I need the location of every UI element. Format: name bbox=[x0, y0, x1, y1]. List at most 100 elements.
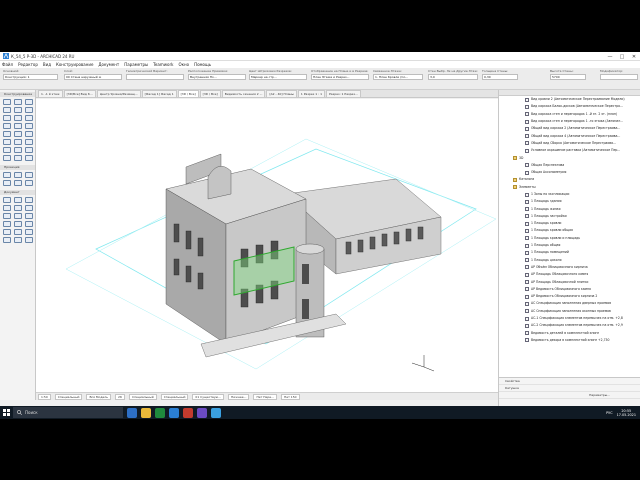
reel-row[interactable]: Катушка bbox=[499, 385, 640, 392]
change-tool-icon[interactable] bbox=[25, 180, 33, 186]
close-button[interactable]: ✕ bbox=[628, 52, 640, 61]
tab-facade-1[interactable]: [Фасад 1] Фасад 1 bbox=[141, 90, 177, 97]
scale-field[interactable]: 1:50 bbox=[38, 393, 51, 400]
tab-section-1[interactable]: 1 Разрез 1 : 1 bbox=[297, 90, 325, 97]
chrome-icon[interactable] bbox=[155, 407, 165, 418]
corner-window-tool-icon[interactable] bbox=[3, 147, 11, 153]
roof-tool-icon[interactable] bbox=[25, 115, 33, 121]
arrow-tool-icon[interactable] bbox=[14, 229, 22, 235]
navigator-item[interactable]: 1 Площадь застройки bbox=[499, 213, 640, 220]
navigator-item[interactable]: 1 Площадь жилая bbox=[499, 205, 640, 212]
properties-row[interactable]: Свойства bbox=[499, 378, 640, 385]
maximize-button[interactable]: □ bbox=[616, 52, 628, 61]
navigator-item[interactable]: Вид кровли 2 (Автоматическое Перестраива… bbox=[499, 96, 640, 103]
column-tool-icon[interactable] bbox=[3, 107, 11, 113]
menu-help[interactable]: Помощь bbox=[194, 62, 211, 67]
interior-elevation-tool-icon[interactable] bbox=[25, 172, 33, 178]
task-view-icon[interactable] bbox=[127, 407, 137, 418]
marquee-tool-icon[interactable] bbox=[25, 229, 33, 235]
menu-view[interactable]: Вид bbox=[43, 62, 51, 67]
navigator-item[interactable]: АР Ведомость Облицовочного камня bbox=[499, 286, 640, 293]
navigator-item[interactable]: Общий вид каркаса 2 (Автоматическое Пере… bbox=[499, 125, 640, 132]
archicad-taskbar-icon[interactable] bbox=[169, 407, 179, 418]
fill2-tool-icon[interactable] bbox=[14, 205, 22, 211]
tab-section-visibility[interactable]: Видимость сечения 2 ... bbox=[221, 90, 266, 97]
shell-tool-icon[interactable] bbox=[3, 123, 11, 129]
pen-set-field[interactable]: 2К bbox=[114, 393, 125, 400]
railing-tool-icon[interactable] bbox=[14, 115, 22, 121]
structural-function-field[interactable]: Нижнее... bbox=[228, 393, 250, 400]
text-tool-icon[interactable] bbox=[25, 197, 33, 203]
skylight-tool-icon[interactable] bbox=[14, 123, 22, 129]
navigator-item[interactable]: Вид каркаса стен и перегородок 1 -й эт. … bbox=[499, 111, 640, 118]
navigator-item[interactable]: 1 Площадь кровли bbox=[499, 220, 640, 227]
door-tool-icon[interactable] bbox=[14, 99, 22, 105]
tab-3d-all[interactable]: [3D / Все] bbox=[199, 90, 221, 97]
app-taskbar-icon-3[interactable] bbox=[211, 407, 221, 418]
polyline-tool-icon[interactable] bbox=[14, 213, 22, 219]
arc-tool-icon[interactable] bbox=[3, 213, 11, 219]
file-explorer-icon[interactable] bbox=[141, 407, 151, 418]
navigator-item[interactable]: Условное окрашение раставка (Автоматичес… bbox=[499, 147, 640, 154]
wall-end-tool-icon[interactable] bbox=[14, 147, 22, 153]
navigator-item[interactable]: Общий вид Сборка (Автоматическое Перестр… bbox=[499, 140, 640, 147]
section-tool-icon[interactable] bbox=[3, 172, 11, 178]
beam-tool-icon[interactable] bbox=[14, 107, 22, 113]
equipment-tool-icon[interactable] bbox=[14, 155, 22, 161]
app-taskbar-icon-2[interactable] bbox=[197, 407, 207, 418]
parameters-button[interactable]: Параметры... bbox=[499, 392, 640, 399]
toolbox-section-design[interactable]: Конструирование bbox=[0, 92, 35, 97]
elevation-tool-icon[interactable] bbox=[14, 172, 22, 178]
navigator-item[interactable]: Вид каркаса Балок-дисков (Автоматическое… bbox=[499, 103, 640, 110]
infobox-reference-line[interactable]: Расположение Привязки: Внутренняя По... bbox=[188, 69, 246, 80]
tab-floor-minus1[interactable]: 1. -1 й этаж bbox=[38, 90, 63, 97]
zone-tool-icon[interactable] bbox=[25, 131, 33, 137]
menu-edit[interactable]: Редактор bbox=[18, 62, 38, 67]
level-dimension-tool-icon[interactable] bbox=[14, 197, 22, 203]
infobox-other-stories[interactable]: Стен Выбр. Эк на Другие Этаж: 3,0 bbox=[428, 69, 478, 80]
navigator-item[interactable]: 1 Площадь помещений bbox=[499, 249, 640, 256]
navigator-item[interactable]: 1 Площадь цоколя bbox=[499, 257, 640, 264]
slab-tool-icon[interactable] bbox=[25, 107, 33, 113]
partial-structure-field[interactable]: Нет 150 bbox=[280, 393, 300, 400]
infobox-geometry[interactable]: Геометрический Вариант: bbox=[126, 69, 184, 80]
infobox-linked-story[interactable]: Связанное Этаже: 1. План Кровли (Со... bbox=[373, 69, 423, 80]
taskbar-search[interactable]: Поиск bbox=[13, 407, 123, 418]
worksheet-tool-icon[interactable] bbox=[3, 180, 11, 186]
stair-tool-icon[interactable] bbox=[3, 115, 11, 121]
menu-teamwork[interactable]: Teamwork bbox=[153, 62, 173, 67]
minimize-button[interactable]: — bbox=[604, 52, 616, 61]
layer-combination-field[interactable]: Специальный bbox=[54, 393, 83, 400]
hotspot-tool-icon[interactable] bbox=[14, 221, 22, 227]
navigator-item[interactable]: 1 Площадь кровли и площадь bbox=[499, 235, 640, 242]
navigator-item[interactable]: 1 Зоны по экспликации bbox=[499, 191, 640, 198]
infobox-layer[interactable]: Слой: 00 Стена наружный ж bbox=[64, 69, 122, 80]
navigator-folder[interactable]: Каталоги bbox=[499, 176, 640, 183]
tab-a2-plans[interactable]: [A2 - 40] Планы bbox=[266, 90, 297, 97]
3d-viewport[interactable] bbox=[36, 99, 498, 392]
drawing-tool-icon[interactable] bbox=[25, 213, 33, 219]
camera-tool-icon[interactable] bbox=[3, 229, 11, 235]
navigator-item[interactable]: Ведомость деталей в комплектной книге bbox=[499, 330, 640, 337]
tab-section-other[interactable]: Разрез: 1 Разрез... bbox=[326, 90, 361, 97]
infobox-wall-thickness[interactable]: Толщина Стены: 0,30 bbox=[482, 69, 518, 80]
opening-tool-icon[interactable] bbox=[25, 139, 33, 145]
navigator-item[interactable]: АС Спецификация заполнения дверных проем… bbox=[499, 300, 640, 307]
navigator-item[interactable]: 1 Площадь общая bbox=[499, 242, 640, 249]
windows-start-icon[interactable] bbox=[0, 406, 13, 419]
renovation-filter-field[interactable]: 01 Существую... bbox=[192, 393, 225, 400]
menu-design[interactable]: Конструирование bbox=[56, 62, 93, 67]
clock[interactable]: 20:55 17.05.2021 bbox=[617, 409, 636, 417]
mesh-tool-icon[interactable] bbox=[3, 139, 11, 145]
detail-tool-icon[interactable] bbox=[14, 180, 22, 186]
column-grid-tool-icon[interactable] bbox=[25, 147, 33, 153]
navigator-item[interactable]: Общая Аксонометрия bbox=[499, 169, 640, 176]
navigator-item[interactable]: Общий вид каркаса 4 (Автоматическое Пере… bbox=[499, 132, 640, 139]
navigator-item[interactable]: АР Ведомость Облицовочного кирпича 2 bbox=[499, 293, 640, 300]
mirror-tool-icon[interactable] bbox=[14, 237, 22, 243]
model-view-field[interactable]: Вся Модель bbox=[86, 393, 111, 400]
navigator-item[interactable]: АР Площадь Облицовочного камня bbox=[499, 271, 640, 278]
tab-3d-all-active[interactable]: [3D / Все] bbox=[177, 90, 199, 97]
wall-tool-icon[interactable] bbox=[3, 99, 11, 105]
dimension-tool-icon[interactable] bbox=[3, 197, 11, 203]
